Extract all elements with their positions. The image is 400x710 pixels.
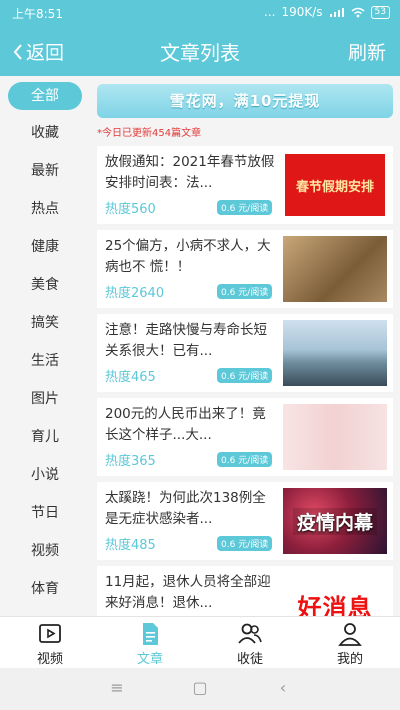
category-sidebar: 全部 收藏 最新 热点 健康 美食 搞笑 生活 图片 育儿 小说 节日 视频 体… — [0, 76, 90, 616]
tab-articles[interactable]: 文章 — [120, 621, 180, 667]
bottom-tab-bar: 视频 文章 收徒 我的 — [0, 616, 400, 668]
app-screen: 上午8:51 ... 190K/s 53 返回 文章列表 刷新 全部 收藏 最新… — [0, 0, 400, 710]
article-thumbnail: 好消息 — [283, 572, 387, 616]
category-latest[interactable]: 最新 — [8, 157, 82, 185]
category-festival[interactable]: 节日 — [8, 499, 82, 527]
tab-video[interactable]: 视频 — [20, 621, 80, 667]
person-icon — [338, 623, 362, 646]
article-price-badge: 0.6 元/阅读 — [217, 200, 273, 215]
article-title: 放假通知：2021年春节放假安排时间表：法... — [105, 154, 275, 191]
article-heat: 热度560 — [105, 202, 156, 217]
article-price-badge: 0.6 元/阅读 — [217, 368, 273, 383]
article-heat: 热度2640 — [105, 286, 165, 301]
withdraw-banner[interactable]: 雪花网，满10元提现 — [97, 84, 393, 118]
wifi-icon — [351, 7, 365, 17]
category-food[interactable]: 美食 — [8, 271, 82, 299]
thumbnail-caption: 春节假期安排 — [285, 154, 385, 216]
users-icon — [238, 623, 262, 644]
article-card[interactable]: 太蹊跷！为何此次138例全是无症状感染者... 热度485 0.6 元/阅读 疫… — [97, 482, 393, 560]
video-icon — [39, 624, 61, 643]
page-title: 文章列表 — [160, 41, 240, 65]
category-favorites[interactable]: 收藏 — [8, 119, 82, 147]
category-health[interactable]: 健康 — [8, 233, 82, 261]
article-price-badge: 0.6 元/阅读 — [217, 536, 273, 551]
system-nav-bar: ≡ ▢ ‹ — [0, 668, 400, 710]
top-bar: 上午8:51 ... 190K/s 53 返回 文章列表 刷新 — [0, 0, 400, 76]
menu-icon[interactable]: ≡ — [106, 678, 128, 700]
article-thumbnail — [283, 320, 387, 386]
article-card[interactable]: 200元的人民币出来了！竟长这个样子...大... 热度365 0.6 元/阅读 — [97, 398, 393, 476]
tab-apprentice[interactable]: 收徒 — [220, 621, 280, 667]
refresh-button[interactable]: 刷新 — [348, 38, 386, 65]
category-pictures[interactable]: 图片 — [8, 385, 82, 413]
tab-label: 文章 — [136, 652, 163, 667]
article-heat: 热度365 — [105, 454, 156, 469]
home-icon[interactable]: ▢ — [189, 678, 211, 700]
article-thumbnail: 疫情内幕 — [283, 488, 387, 554]
tab-label: 我的 — [336, 652, 363, 667]
article-title: 25个偏方，小病不求人，大病也不 慌！！ — [105, 238, 271, 275]
article-title: 200元的人民币出来了！竟长这个样子...大... — [105, 406, 266, 443]
article-title: 太蹊跷！为何此次138例全是无症状感染者... — [105, 490, 266, 527]
category-parenting[interactable]: 育儿 — [8, 423, 82, 451]
status-time: 上午8:51 — [12, 7, 63, 21]
signal-icon — [329, 7, 344, 17]
thumbnail-caption: 好消息 — [297, 593, 373, 617]
article-list: 雪花网，满10元提现 *今日已更新454篇文章 放假通知：2021年春节放假安排… — [90, 76, 400, 616]
article-thumbnail — [283, 236, 387, 302]
article-thumbnail — [283, 404, 387, 470]
article-title: 11月起，退休人员将全部迎来好消息！退休... — [105, 574, 271, 611]
category-life[interactable]: 生活 — [8, 347, 82, 375]
category-novel[interactable]: 小说 — [8, 461, 82, 489]
article-title: 注意！走路快慢与寿命长短关系很大！已有... — [105, 322, 267, 359]
tab-label: 视频 — [36, 652, 63, 667]
update-notice: *今日已更新454篇文章 — [97, 128, 202, 139]
tab-mine[interactable]: 我的 — [320, 621, 380, 667]
category-video[interactable]: 视频 — [8, 537, 82, 565]
back-nav-icon[interactable]: ‹ — [272, 678, 294, 700]
article-card[interactable]: 11月起，退休人员将全部迎来好消息！退休... 好消息 — [97, 566, 393, 616]
document-icon — [143, 623, 158, 645]
app-header: 返回 文章列表 刷新 — [0, 24, 400, 76]
category-hot[interactable]: 热点 — [8, 195, 82, 223]
article-card[interactable]: 放假通知：2021年春节放假安排时间表：法... 热度560 0.6 元/阅读 … — [97, 146, 393, 224]
status-dots: ... — [264, 5, 276, 19]
battery-icon: 53 — [370, 5, 390, 19]
network-speed: 190K/s — [281, 5, 323, 19]
tab-label: 收徒 — [236, 652, 263, 667]
status-bar: 上午8:51 ... 190K/s 53 — [0, 0, 400, 24]
article-price-badge: 0.6 元/阅读 — [217, 284, 273, 299]
article-card[interactable]: 25个偏方，小病不求人，大病也不 慌！！ 热度2640 0.6 元/阅读 — [97, 230, 393, 308]
thumbnail-caption: 疫情内幕 — [292, 507, 377, 535]
article-thumbnail: 春节假期安排 — [283, 152, 387, 218]
category-sports[interactable]: 体育 — [8, 575, 82, 603]
category-funny[interactable]: 搞笑 — [8, 309, 82, 337]
category-all[interactable]: 全部 — [8, 82, 82, 110]
article-price-badge: 0.6 元/阅读 — [217, 452, 273, 467]
status-right: ... 190K/s 53 — [264, 5, 390, 19]
article-card[interactable]: 注意！走路快慢与寿命长短关系很大！已有... 热度465 0.6 元/阅读 — [97, 314, 393, 392]
article-heat: 热度485 — [105, 538, 156, 553]
article-heat: 热度465 — [105, 370, 156, 385]
